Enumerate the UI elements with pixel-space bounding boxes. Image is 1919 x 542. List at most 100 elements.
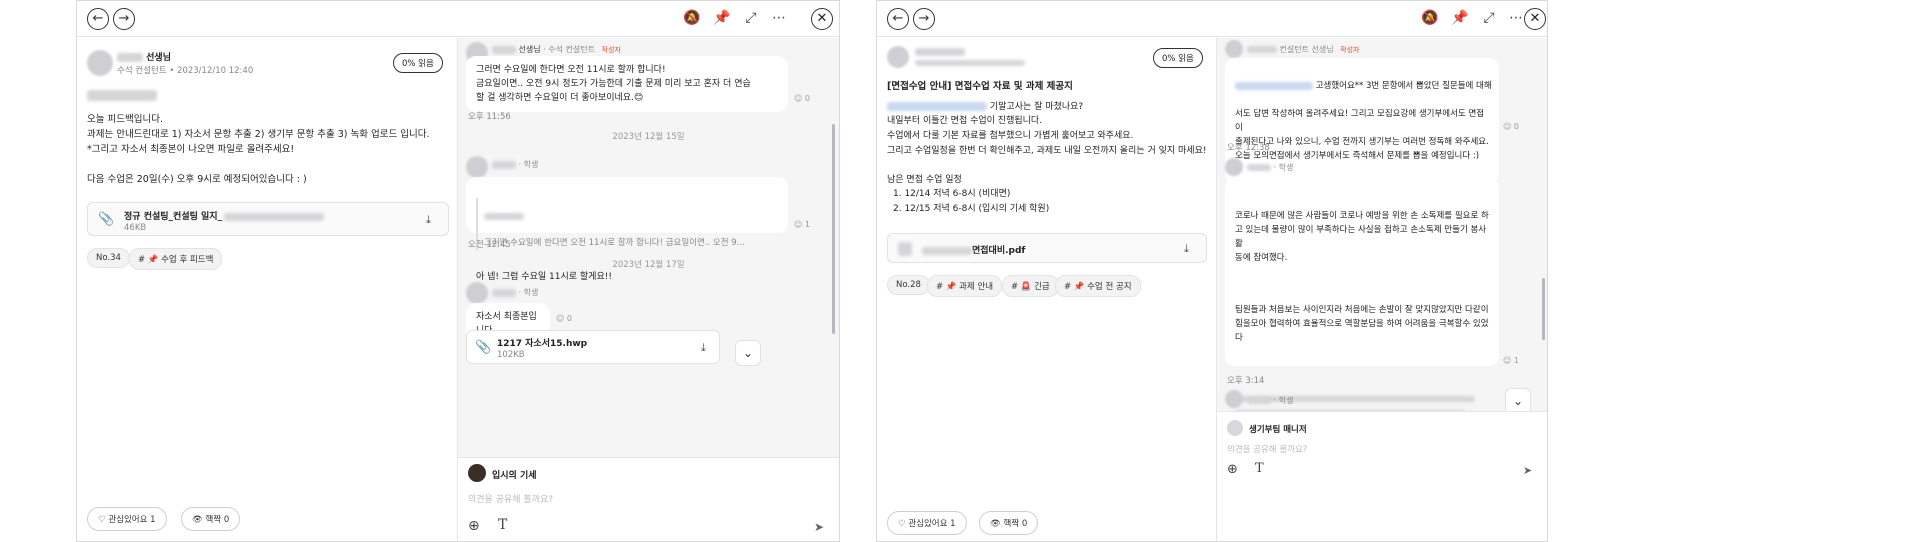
tag-number[interactable]: No.28: [887, 275, 930, 295]
comment-panel: 선생님 · 수석 컨설턴트 작성자 그러면 수요일에 한다면 오전 11시로 할…: [458, 38, 839, 541]
forward-icon[interactable]: →: [913, 8, 935, 30]
comment-author: · 학생: [492, 159, 538, 170]
reaction-count[interactable]: ☺ 0: [556, 314, 572, 323]
tag-feedback[interactable]: # 📌 수업 후 피드백: [129, 248, 223, 270]
more-icon[interactable]: ⋯: [1507, 10, 1525, 26]
attachment-card[interactable]: 📎 정규 컨설팅_컨설팅 일지_ 46KB ⤓: [87, 202, 449, 236]
composer-author: 생기부팀 매니저: [1249, 425, 1307, 435]
expand-icon[interactable]: ⤢: [1480, 10, 1498, 26]
emoji-icon: ☺: [794, 94, 805, 103]
avatar: [1227, 420, 1243, 436]
scrollbar[interactable]: [832, 124, 835, 334]
avatar: [466, 282, 488, 304]
post-window-left: ← → 🔕 📌 ⤢ ⋯ ✕ 선생님 수석 컨설턴트 • 2023/12/10 1…: [76, 0, 840, 542]
close-icon[interactable]: ✕: [811, 8, 833, 30]
comment-text: 아 넵! 그럼 수요일 11시로 할게요!!: [476, 272, 612, 282]
add-icon[interactable]: ⊕: [1227, 462, 1238, 477]
tag-urgent[interactable]: # 🚨 긴급: [1002, 275, 1059, 297]
blurred-meta: [915, 60, 1025, 66]
schedule-list: 1. 12/14 저녁 6-8시 (비대면) 2. 12/15 저녁 6-8시 …: [893, 187, 1049, 217]
watch-icon: 👁: [192, 515, 206, 525]
window-toolbar: ← → 🔕 📌 ⤢ ⋯ ✕: [877, 1, 1547, 37]
emoji-icon: ☺: [1503, 122, 1514, 131]
comment-first-line: 고생했어요** 3번 문항에서 뽑았던 질문들에 대해: [1235, 79, 1492, 93]
avatar: [468, 464, 486, 482]
back-icon[interactable]: ←: [887, 8, 909, 30]
blurred-title: [87, 90, 157, 101]
more-icon[interactable]: ⋯: [770, 10, 788, 26]
emoji-icon: ☺: [1503, 356, 1514, 365]
comment-input[interactable]: 의견을 공유해 볼까요?: [1227, 443, 1307, 455]
comment-text: 서도 답변 작성하여 올려주세요! 그리고 모집요강에 생기부에서도 면접이 출…: [1235, 109, 1489, 161]
pin-icon[interactable]: 📌: [713, 10, 731, 26]
tag-pre-class[interactable]: # 📌 수업 전 공지: [1055, 275, 1141, 297]
comment-author: · 학생: [1247, 162, 1293, 173]
back-icon[interactable]: ←: [87, 8, 109, 30]
attachment-size: 46KB: [124, 223, 147, 233]
author-badge: 작성자: [601, 46, 621, 54]
comment-author: · 학생: [1247, 395, 1293, 406]
forward-icon[interactable]: →: [113, 8, 135, 30]
download-icon[interactable]: ⤓: [701, 341, 706, 355]
download-icon[interactable]: ⤓: [1184, 242, 1189, 256]
reaction-count[interactable]: ☺ 0: [1503, 122, 1519, 131]
comment-author: 선생님 · 수석 컨설턴트 작성자: [492, 44, 621, 55]
reaction-count[interactable]: ☺ 1: [794, 220, 810, 229]
comment-bubble: 그러면 수요일에 한다면 오전 11시로 할까 합니다! 금요일이면.. 오전 …: [466, 177, 788, 282]
list-item: 2. 12/15 저녁 6-8시 (입시의 기세 학원): [893, 204, 1050, 214]
quoted-reply: 그러면 수요일에 한다면 오전 11시로 할까 합니다! 금요일이면.. 오전 …: [476, 198, 778, 250]
reaction-count[interactable]: ☺ 0: [794, 94, 810, 103]
list-item: 1. 12/14 저녁 6-8시 (비대면): [893, 189, 1011, 199]
comment-paragraph: 코로나 때문에 많은 사람들이 코로나 예방을 위한 손 소독제를 필요로 하 …: [1235, 211, 1489, 263]
like-button[interactable]: ♡ 관심있어요 1: [87, 507, 167, 531]
notification-off-icon[interactable]: 🔕: [683, 10, 701, 26]
post-greeting: 기말고사는 잘 마쳤나요?: [887, 99, 1083, 112]
tag-assignment[interactable]: # 📌 과제 안내: [927, 275, 1003, 297]
blurred-name: [117, 53, 143, 62]
comment-author: 컨설턴트 선생님 작성자: [1247, 44, 1359, 55]
read-badge[interactable]: 0% 읽음: [393, 53, 443, 73]
avatar: [1225, 158, 1243, 176]
watch-button[interactable]: 👁 핵짝 0: [979, 511, 1039, 535]
window-toolbar: ← → 🔕 📌 ⤢ ⋯ ✕: [77, 1, 839, 37]
tag-number[interactable]: No.34: [87, 248, 130, 268]
post-window-right: ← → 🔕 📌 ⤢ ⋯ ✕ 0% 읽음 [면접수업 안내] 면접수업 자료 및 …: [876, 0, 1548, 542]
attachment-name: 정규 컨설팅_컨설팅 일지_: [124, 209, 325, 222]
download-icon[interactable]: ⤓: [426, 213, 431, 227]
read-badge[interactable]: 0% 읽음: [1153, 48, 1203, 68]
comment-paragraph: 팀원들과 처음보는 사이인지라 처음에는 손발이 잘 맞지않았지만 다같이 힘을…: [1235, 305, 1489, 343]
watch-icon: 👁: [990, 519, 1004, 529]
scrollbar[interactable]: [1542, 278, 1545, 340]
send-icon[interactable]: ➤: [814, 520, 824, 534]
like-button[interactable]: ♡ 관심있어요 1: [887, 511, 967, 535]
text-format-icon[interactable]: T: [498, 517, 507, 533]
attachment-name: 면접대비.pdf: [922, 243, 1025, 256]
add-icon[interactable]: ⊕: [468, 518, 480, 534]
comment-time: 오전 12:45: [468, 240, 511, 250]
expand-icon[interactable]: ⤢: [742, 10, 760, 26]
watch-button[interactable]: 👁 핵짝 0: [181, 507, 241, 531]
comment-bubble: 그러면 수요일에 한다면 오전 11시로 할까 합니다! 금요일이면.. 오전 …: [466, 56, 788, 112]
text-format-icon[interactable]: T: [1255, 461, 1264, 476]
file-size: 102KB: [497, 350, 525, 360]
scroll-down-icon[interactable]: ⌄: [735, 340, 761, 366]
close-icon[interactable]: ✕: [1524, 8, 1546, 30]
file-message[interactable]: 📎 1217 자소서15.hwp 102KB ⤓: [466, 330, 720, 364]
notification-off-icon[interactable]: 🔕: [1421, 10, 1439, 26]
blurred-filename: [224, 212, 325, 221]
reaction-count[interactable]: ☺ 1: [1503, 356, 1519, 365]
avatar: [1225, 40, 1243, 58]
attachment-card[interactable]: 면접대비.pdf ⤓: [887, 233, 1207, 263]
post-panel: 0% 읽음 [면접수업 안내] 면접수업 자료 및 과제 제공지 기말고사는 잘…: [877, 38, 1217, 541]
comment-input[interactable]: 의견을 공유해 볼까요?: [468, 492, 553, 505]
emoji-icon: ☺: [794, 220, 805, 229]
post-author: 선생님: [117, 50, 171, 63]
pin-icon[interactable]: 📌: [1451, 10, 1469, 26]
post-author-meta: 수석 컨설턴트 • 2023/12/10 12:40: [117, 66, 254, 76]
send-icon[interactable]: ➤: [1523, 464, 1532, 477]
post-body: 오늘 피드백입니다. 과제는 안내드린대로 1) 자소서 문항 추출 2) 생기…: [87, 114, 430, 185]
date-separator: 2023년 12월 17일: [612, 260, 685, 270]
avatar: [887, 46, 909, 68]
paperclip-icon: 📎: [475, 340, 492, 355]
comment-time: 오후 3:14: [1227, 376, 1265, 386]
